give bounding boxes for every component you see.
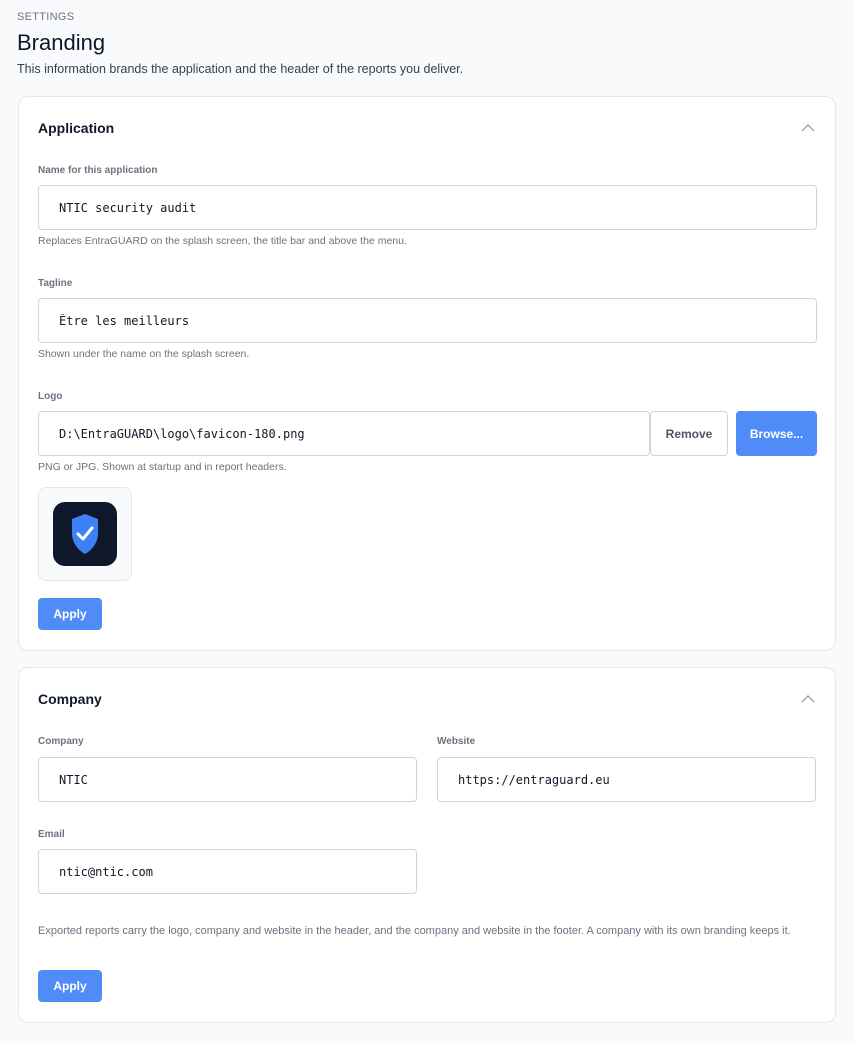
chevron-up-icon[interactable] (801, 694, 815, 704)
tagline-help: Shown under the name on the splash scree… (38, 348, 250, 360)
application-card-title: Application (38, 120, 115, 136)
logo-help: PNG or JPG. Shown at startup and in repo… (38, 461, 287, 473)
shield-check-icon (72, 514, 98, 554)
remove-logo-button[interactable]: Remove (650, 411, 728, 456)
email-label: Email (38, 829, 65, 840)
apply-application-button[interactable]: Apply (38, 598, 102, 630)
tagline-input[interactable] (38, 298, 817, 343)
app-name-help: Replaces EntraGUARD on the splash screen… (38, 235, 407, 247)
logo-label: Logo (38, 391, 63, 402)
email-input[interactable] (38, 849, 417, 894)
company-name-label: Company (38, 736, 84, 747)
page-description: This information brands the application … (17, 62, 464, 76)
app-name-label: Name for this application (38, 165, 158, 176)
branding-settings-page: SETTINGS Branding This information brand… (0, 0, 855, 1043)
page-title: Branding (17, 30, 106, 55)
apply-company-button[interactable]: Apply (38, 970, 102, 1002)
browse-logo-button[interactable]: Browse... (736, 411, 817, 456)
application-card: Application Name for this application Re… (18, 96, 836, 651)
company-name-input[interactable] (38, 757, 417, 802)
website-label: Website (437, 736, 476, 747)
section-eyebrow: SETTINGS (17, 11, 75, 23)
chevron-up-icon[interactable] (801, 123, 815, 133)
website-input[interactable] (437, 757, 816, 802)
logo-preview-tile (53, 502, 117, 566)
logo-preview (38, 487, 132, 581)
logo-path-input[interactable] (38, 411, 650, 456)
app-name-input[interactable] (38, 185, 817, 230)
company-card: Company Company Website Email Exported r… (18, 667, 836, 1023)
company-card-title: Company (38, 691, 102, 707)
tagline-label: Tagline (38, 278, 73, 289)
report-branding-note: Exported reports carry the logo, company… (38, 925, 791, 937)
